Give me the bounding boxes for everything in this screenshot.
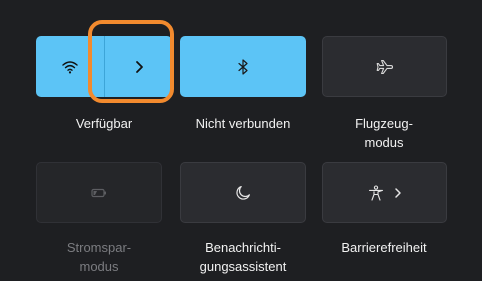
battery-saver-label: Stromspar- modus — [66, 240, 132, 274]
accessibility-icon — [368, 184, 384, 201]
chevron-right-icon — [394, 187, 402, 199]
wifi-toggle-button[interactable] — [36, 36, 104, 97]
bluetooth-label: Nicht verbunden — [195, 116, 291, 131]
wifi-tile — [36, 36, 172, 97]
airplane-mode-label: Flugzeug- modus — [355, 116, 413, 150]
battery-saver-button[interactable] — [36, 162, 162, 223]
airplane-icon — [376, 59, 394, 75]
moon-icon — [235, 185, 251, 201]
accessibility-label: Barrierefreiheit — [341, 240, 427, 255]
bluetooth-icon — [237, 58, 249, 75]
focus-assist-label: Benachrichti- gungsassistent — [199, 240, 287, 274]
battery-saver-icon — [90, 187, 108, 199]
wifi-label: Verfügbar — [75, 116, 133, 131]
airplane-mode-button[interactable] — [322, 36, 447, 97]
quick-settings-panel: Verfügbar Nicht verbunden Flugzeug- modu… — [0, 0, 482, 281]
focus-assist-button[interactable] — [180, 162, 306, 223]
wifi-expand-button[interactable] — [105, 36, 172, 97]
wifi-icon — [62, 60, 78, 74]
chevron-right-icon — [134, 60, 144, 74]
accessibility-button[interactable] — [322, 162, 447, 223]
bluetooth-button[interactable] — [180, 36, 306, 97]
window-edge — [482, 0, 491, 281]
